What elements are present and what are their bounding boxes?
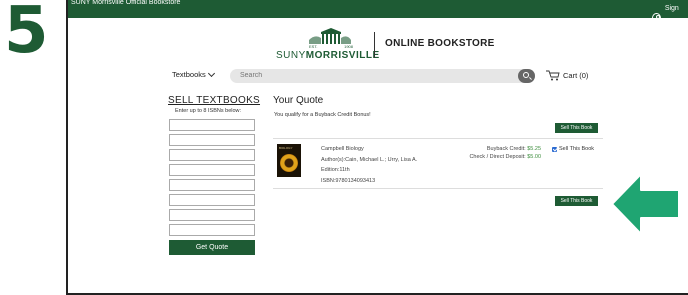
isbn-field-5[interactable] (169, 179, 255, 191)
book-authors: Author(s):Cain, Michael L.; Urry, Lisa A… (321, 156, 418, 163)
logo-year: 1908 (344, 44, 353, 49)
site-brand[interactable]: SUNY Morrisville Official Bookstore (71, 0, 180, 12)
book-title: Campbell Biology (321, 146, 364, 152)
row-divider (273, 138, 603, 139)
logo-established: EST. 1908 (309, 44, 353, 49)
isbn-field-6[interactable] (169, 194, 255, 206)
user-icon (652, 13, 661, 23)
book-cover-image: BIOLOGY (277, 144, 301, 177)
sell-this-book-checkbox[interactable]: Sell This Book (552, 146, 594, 152)
isbn-field-3[interactable] (169, 149, 255, 161)
search-icon (523, 72, 529, 78)
row-divider-2 (273, 188, 603, 189)
cart-icon (546, 70, 560, 81)
isbn-field-2[interactable] (169, 134, 255, 146)
logo-est: EST. (309, 44, 318, 49)
buyback-value: $5.25 (527, 146, 541, 152)
browser-screenshot: SUNY Morrisville Official Bookstore Sign… (66, 0, 688, 295)
cart-label: Cart (0) (563, 71, 589, 80)
bonus-message: You qualify for a Buyback Credit Bonus! (274, 112, 371, 118)
checkbox-checked-icon[interactable] (552, 146, 557, 152)
price-block: Buyback Credit: $5.25 Check / Direct Dep… (436, 145, 541, 161)
book-edition: Edition:11th (321, 167, 350, 173)
sell-textbooks-heading: SELL TEXTBOOKS (168, 95, 261, 106)
step-number: 5 (4, 0, 49, 68)
sell-this-book-button-bottom[interactable]: Sell This Book (555, 196, 598, 206)
isbn-field-1[interactable] (169, 119, 255, 131)
cart-link[interactable]: Cart (0) (546, 70, 588, 81)
logo-wordmark: SUNYMORRISVILLE (276, 50, 380, 61)
search-button[interactable] (518, 69, 535, 83)
cover-title: BIOLOGY (279, 146, 293, 150)
textbooks-menu[interactable]: Textbooks (172, 69, 215, 79)
store-title: ONLINE BOOKSTORE (385, 38, 495, 49)
isbn-field-4[interactable] (169, 164, 255, 176)
search-input[interactable] (230, 69, 535, 83)
top-bar: SUNY Morrisville Official Bookstore Sign… (68, 0, 688, 30)
book-details: Campbell Biology Author(s):Cain, Michael… (321, 144, 417, 186)
sign-out-label: Sign Out (664, 5, 679, 30)
logo-suny: SUNY (276, 50, 306, 61)
check-label: Check / Direct Deposit: (469, 154, 526, 160)
isbn-field-8[interactable] (169, 224, 255, 236)
isbn-field-7[interactable] (169, 209, 255, 221)
suny-morrisville-logo[interactable]: EST. 1908 SUNYMORRISVILLE (272, 28, 382, 66)
chevron-down-icon (207, 69, 215, 77)
get-quote-button[interactable]: Get Quote (169, 240, 255, 255)
checkbox-label: Sell This Book (559, 146, 595, 152)
sunflower-image (280, 154, 298, 172)
isbn-instructions: Enter up to 8 ISBNs below: (175, 108, 242, 114)
quote-title: Your Quote (273, 95, 324, 106)
sell-this-book-button-top[interactable]: Sell This Book (555, 123, 598, 133)
logo-divider (374, 32, 375, 58)
check-value: $5.00 (527, 154, 541, 160)
buyback-label: Buyback Credit: (486, 146, 526, 152)
sign-out-link[interactable]: Sign Out (652, 0, 688, 36)
book-isbn: ISBN:9780134093413 (321, 177, 376, 184)
logo-morrisville: MORRISVILLE (305, 50, 380, 61)
textbooks-label: Textbooks (172, 70, 206, 79)
pointer-arrow-icon (611, 173, 680, 235)
